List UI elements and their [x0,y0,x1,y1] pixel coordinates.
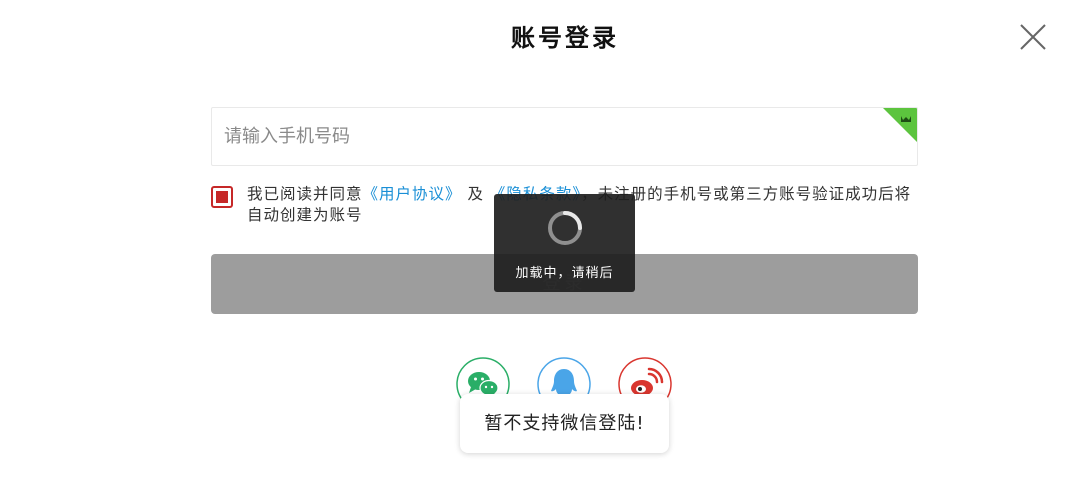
loading-overlay: 加载中，请稍后 [494,194,635,292]
close-button[interactable] [1016,20,1050,54]
checkbox-checked-mark [216,191,228,203]
toast-message: 暂不支持微信登陆! [460,394,669,453]
close-icon [1020,24,1046,50]
user-agreement-link[interactable]: 《用户协议》 [363,185,462,203]
agreement-prefix: 我已阅读并同意 [247,185,363,203]
login-page: 账号登录 我已阅读并同意《用户协议》 及 《隐私条款》，未注册的手机号或第三方账… [0,0,1080,486]
crown-icon [883,108,917,142]
loading-spinner-icon [548,211,582,245]
page-title: 账号登录 [511,24,619,52]
phone-input[interactable] [212,108,917,165]
agreement-and: 及 [461,185,490,203]
phone-field [211,107,918,166]
agreement-checkbox[interactable] [211,186,233,208]
loading-text: 加载中，请稍后 [515,266,614,281]
